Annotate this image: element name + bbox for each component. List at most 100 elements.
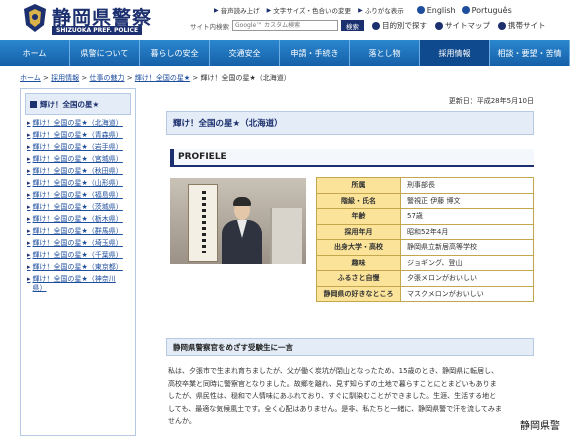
sidebar-heading: 輝け！全国の星★ bbox=[25, 93, 131, 115]
search-input[interactable] bbox=[232, 20, 338, 31]
sidebar-list: ▸ 輝け！全国の星★（北海道） ▸ 輝け！全国の星★（青森県） ▸ 輝け！全国の星★（… bbox=[21, 119, 135, 293]
police-badge-icon bbox=[24, 4, 46, 32]
arrow-icon: ▸ bbox=[27, 131, 31, 139]
breadcrumb-separator: > bbox=[126, 74, 133, 82]
arrow-icon: ▸ bbox=[27, 215, 31, 223]
triangle-icon: ▶ bbox=[214, 6, 219, 14]
site-header: 静岡県警察 SHIZUOKA PREF. POLICE ▶ 音声読み上げ ▶ 文字サ… bbox=[0, 0, 570, 40]
sidebar-item-hokkaido[interactable]: ▸ 輝け！全国の星★（北海道） bbox=[27, 119, 129, 128]
table-row: 出身大学・高校 静岡県立新居高等学校 bbox=[316, 239, 534, 256]
breadcrumb-stars[interactable]: 輝け！全国の星★ bbox=[135, 74, 190, 82]
breadcrumb-appeal[interactable]: 仕事の魅力 bbox=[89, 74, 124, 82]
profile-key: 出身大学・高校 bbox=[316, 239, 401, 256]
sidebar-item-saitama[interactable]: ▸ 輝け！全国の星★（埼玉県） bbox=[27, 239, 129, 248]
profile-key: ふるさと自慢 bbox=[316, 270, 401, 287]
nav-recruitment[interactable]: 採用情報 bbox=[420, 40, 490, 66]
arrow-icon: ▸ bbox=[27, 203, 31, 211]
utility-links: ▶ 音声読み上げ ▶ 文字サイズ・色合いの変更 ▶ ふりがな表示 English Po… bbox=[214, 4, 512, 16]
nav-procedures[interactable]: 申請・手続き bbox=[280, 40, 350, 66]
sidebar-item-aomori[interactable]: ▸ 輝け！全国の星★（青森県） bbox=[27, 131, 129, 140]
sidebar-item-miyagi[interactable]: ▸ 輝け！全国の星★（宮城県） bbox=[27, 155, 129, 164]
sidebar-item-yamagata[interactable]: ▸ 輝け！全国の星★（山形県） bbox=[27, 179, 129, 188]
profile-value: 昭和52年4月 bbox=[400, 223, 534, 240]
sidebar-item-akita[interactable]: ▸ 輝け！全国の星★（秋田県） bbox=[27, 167, 129, 176]
sidebar-item-gunma[interactable]: ▸ 輝け！全国の星★（群馬県） bbox=[27, 227, 129, 236]
message-line: 私は、夕張市で生まれ育ちましたが、父が働く炭坑が閉山となったため、15歳のとき、… bbox=[168, 367, 499, 375]
arrow-icon: ▸ bbox=[27, 251, 31, 259]
table-row: 静岡県の好きなところ マスクメロンがおいしい bbox=[316, 285, 534, 302]
link-sitemap[interactable]: サイトマップ bbox=[435, 20, 490, 31]
site-subtitle: SHIZUOKA PREF. POLICE bbox=[52, 26, 143, 35]
search-label: サイト内検索 bbox=[190, 22, 229, 31]
globe-dot-icon bbox=[461, 6, 470, 14]
nav-traffic[interactable]: 交通安全 bbox=[210, 40, 280, 66]
sidebar-item-tochigi[interactable]: ▸ 輝け！全国の星★（栃木県） bbox=[27, 215, 129, 224]
message-heading: 静岡県警察官をめざす受験生に一言 bbox=[166, 338, 534, 356]
table-row: 採用年月 昭和52年4月 bbox=[316, 223, 534, 240]
arrow-icon: ▸ bbox=[27, 119, 31, 127]
util-link-textsize[interactable]: ▶ 文字サイズ・色合いの変更 bbox=[266, 5, 351, 16]
global-nav: ホーム 県警について 暮らしの安全 交通安全 申請・手続き 落とし物 採用情報 … bbox=[0, 40, 570, 66]
circle-icon bbox=[372, 21, 380, 30]
profile-value: 夕張メロンがおいしい bbox=[400, 270, 534, 287]
link-mobile[interactable]: 携帯サイト bbox=[498, 20, 546, 31]
table-row: ふるさと自慢 夕張メロンがおいしい bbox=[316, 270, 534, 287]
message-line: せんか。 bbox=[168, 417, 196, 425]
site-logo[interactable]: 静岡県警察 SHIZUOKA PREF. POLICE bbox=[22, 3, 162, 35]
circle-icon bbox=[498, 21, 506, 30]
triangle-icon: ▶ bbox=[266, 6, 272, 14]
lang-portuguese[interactable]: Português bbox=[461, 6, 512, 15]
sidebar-item-chiba[interactable]: ▸ 輝け！全国の星★（千葉県） bbox=[27, 251, 129, 260]
sidebar-item-fukushima[interactable]: ▸ 輝け！全国の星★（福島県） bbox=[27, 191, 129, 200]
arrow-icon: ▸ bbox=[27, 143, 31, 151]
profile-key: 静岡県の好きなところ bbox=[316, 285, 401, 302]
breadcrumb-separator: > bbox=[43, 74, 49, 82]
arrow-icon: ▸ bbox=[27, 191, 31, 199]
nav-consultation[interactable]: 相談・要望・苦情 bbox=[490, 40, 570, 66]
nav-home[interactable]: ホーム bbox=[0, 40, 70, 66]
breadcrumb-separator: > bbox=[192, 74, 199, 82]
arrow-icon: ▸ bbox=[27, 155, 31, 163]
cabinet-image bbox=[270, 208, 302, 264]
profile-heading: PROFIELE bbox=[170, 149, 534, 167]
sidebar-item-iwate[interactable]: ▸ 輝け！全国の星★（岩手県） bbox=[27, 143, 129, 152]
image-credit: 静岡県警 bbox=[520, 421, 560, 432]
profile-value: 静岡県立新居高等学校 bbox=[400, 239, 534, 256]
table-row: 階級・氏名 警視正 伊藤 博文 bbox=[316, 192, 534, 209]
util-link-speech[interactable]: ▶ 音声読み上げ bbox=[214, 5, 260, 16]
breadcrumb-recruitment[interactable]: 採用情報 bbox=[51, 74, 79, 82]
breadcrumb-current: 輝け！全国の星★（北海道） bbox=[200, 74, 291, 82]
profile-value: マスクメロンがおいしい bbox=[400, 285, 534, 302]
page-title: 輝け！全国の星★（北海道） bbox=[166, 111, 534, 135]
arrow-icon: ▸ bbox=[27, 239, 31, 247]
arrow-icon: ▸ bbox=[27, 275, 31, 283]
banner-image bbox=[188, 184, 218, 262]
nav-safety[interactable]: 暮らしの安全 bbox=[140, 40, 210, 66]
profile-value: ジョギング、登山 bbox=[400, 254, 534, 271]
table-row: 年齢 57歳 bbox=[316, 208, 534, 225]
profile-value: 警視正 伊藤 博文 bbox=[400, 192, 534, 209]
sidebar: 輝け！全国の星★ ▸ 輝け！全国の星★（北海道） ▸ 輝け！全国の星★（青森県） ▸… bbox=[20, 88, 136, 436]
search-button[interactable]: 検索 bbox=[341, 20, 364, 31]
util-link-furigana[interactable]: ▶ ふりがな表示 bbox=[358, 5, 404, 16]
sidebar-item-kanagawa[interactable]: ▸ 輝け！全国の星★（神奈川県） bbox=[27, 275, 129, 293]
arrow-icon: ▸ bbox=[27, 263, 31, 271]
link-purpose[interactable]: 目的別で探す bbox=[372, 20, 427, 31]
triangle-icon: ▶ bbox=[358, 6, 363, 14]
lang-english[interactable]: English bbox=[416, 6, 456, 15]
nav-about[interactable]: 県警について bbox=[70, 40, 140, 66]
table-row: 趣味 ジョギング、登山 bbox=[316, 254, 534, 271]
globe-dot-icon bbox=[416, 6, 425, 14]
breadcrumb-home[interactable]: ホーム bbox=[20, 74, 41, 82]
message-line: しても、最適な気候風土です。全く心配はありません。是非、私たちと一緒に、静岡県警… bbox=[168, 404, 502, 413]
breadcrumb: ホーム > 採用情報 > 仕事の魅力 > 輝け！全国の星★ > 輝け！全国の星★… bbox=[20, 73, 291, 83]
sidebar-item-ibaraki[interactable]: ▸ 輝け！全国の星★（茨城県） bbox=[27, 203, 129, 212]
square-bullet-icon bbox=[30, 100, 37, 108]
officer-photo bbox=[170, 178, 306, 264]
arrow-icon: ▸ bbox=[27, 167, 31, 175]
nav-lost-items[interactable]: 落とし物 bbox=[350, 40, 420, 66]
table-row: 所属 刑事部長 bbox=[316, 177, 534, 194]
sidebar-item-tokyo[interactable]: ▸ 輝け！全国の星★（東京都） bbox=[27, 263, 129, 272]
profile-key: 所属 bbox=[316, 177, 401, 194]
profile-value: 刑事部長 bbox=[400, 177, 534, 194]
